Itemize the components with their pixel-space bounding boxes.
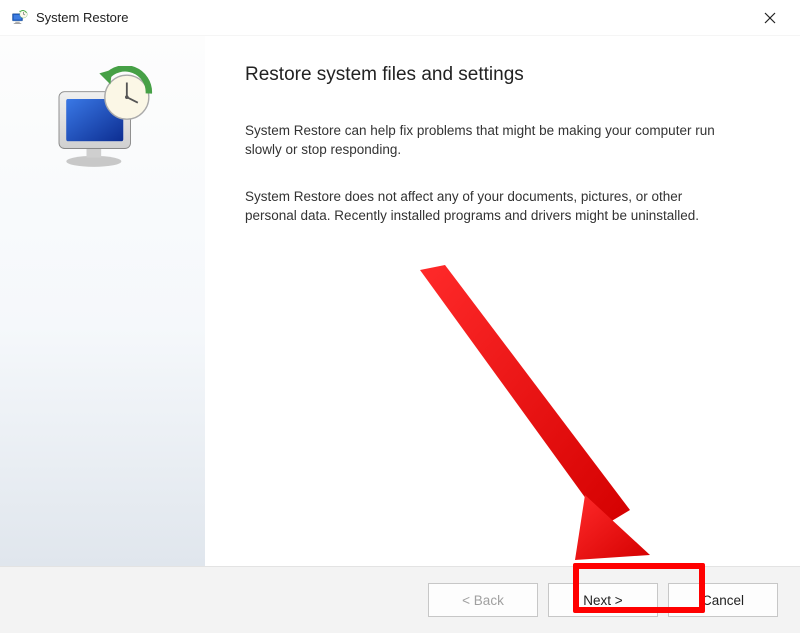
- system-restore-illustration-icon: [48, 66, 158, 176]
- window-title: System Restore: [36, 10, 128, 25]
- description-paragraph-1: System Restore can help fix problems tha…: [245, 122, 725, 160]
- cancel-button[interactable]: Cancel: [668, 583, 778, 617]
- page-title: Restore system files and settings: [245, 64, 760, 86]
- wizard-body: Restore system files and settings System…: [0, 36, 800, 566]
- back-button[interactable]: < Back: [428, 583, 538, 617]
- wizard-sidebar: [0, 36, 205, 566]
- titlebar: System Restore: [0, 0, 800, 36]
- wizard-footer: < Back Next > Cancel: [0, 566, 800, 633]
- next-button[interactable]: Next >: [548, 583, 658, 617]
- close-icon: [764, 12, 776, 24]
- description-paragraph-2: System Restore does not affect any of yo…: [245, 188, 725, 226]
- close-button[interactable]: [750, 3, 790, 33]
- wizard-content: Restore system files and settings System…: [205, 36, 800, 566]
- system-restore-icon: [10, 9, 28, 27]
